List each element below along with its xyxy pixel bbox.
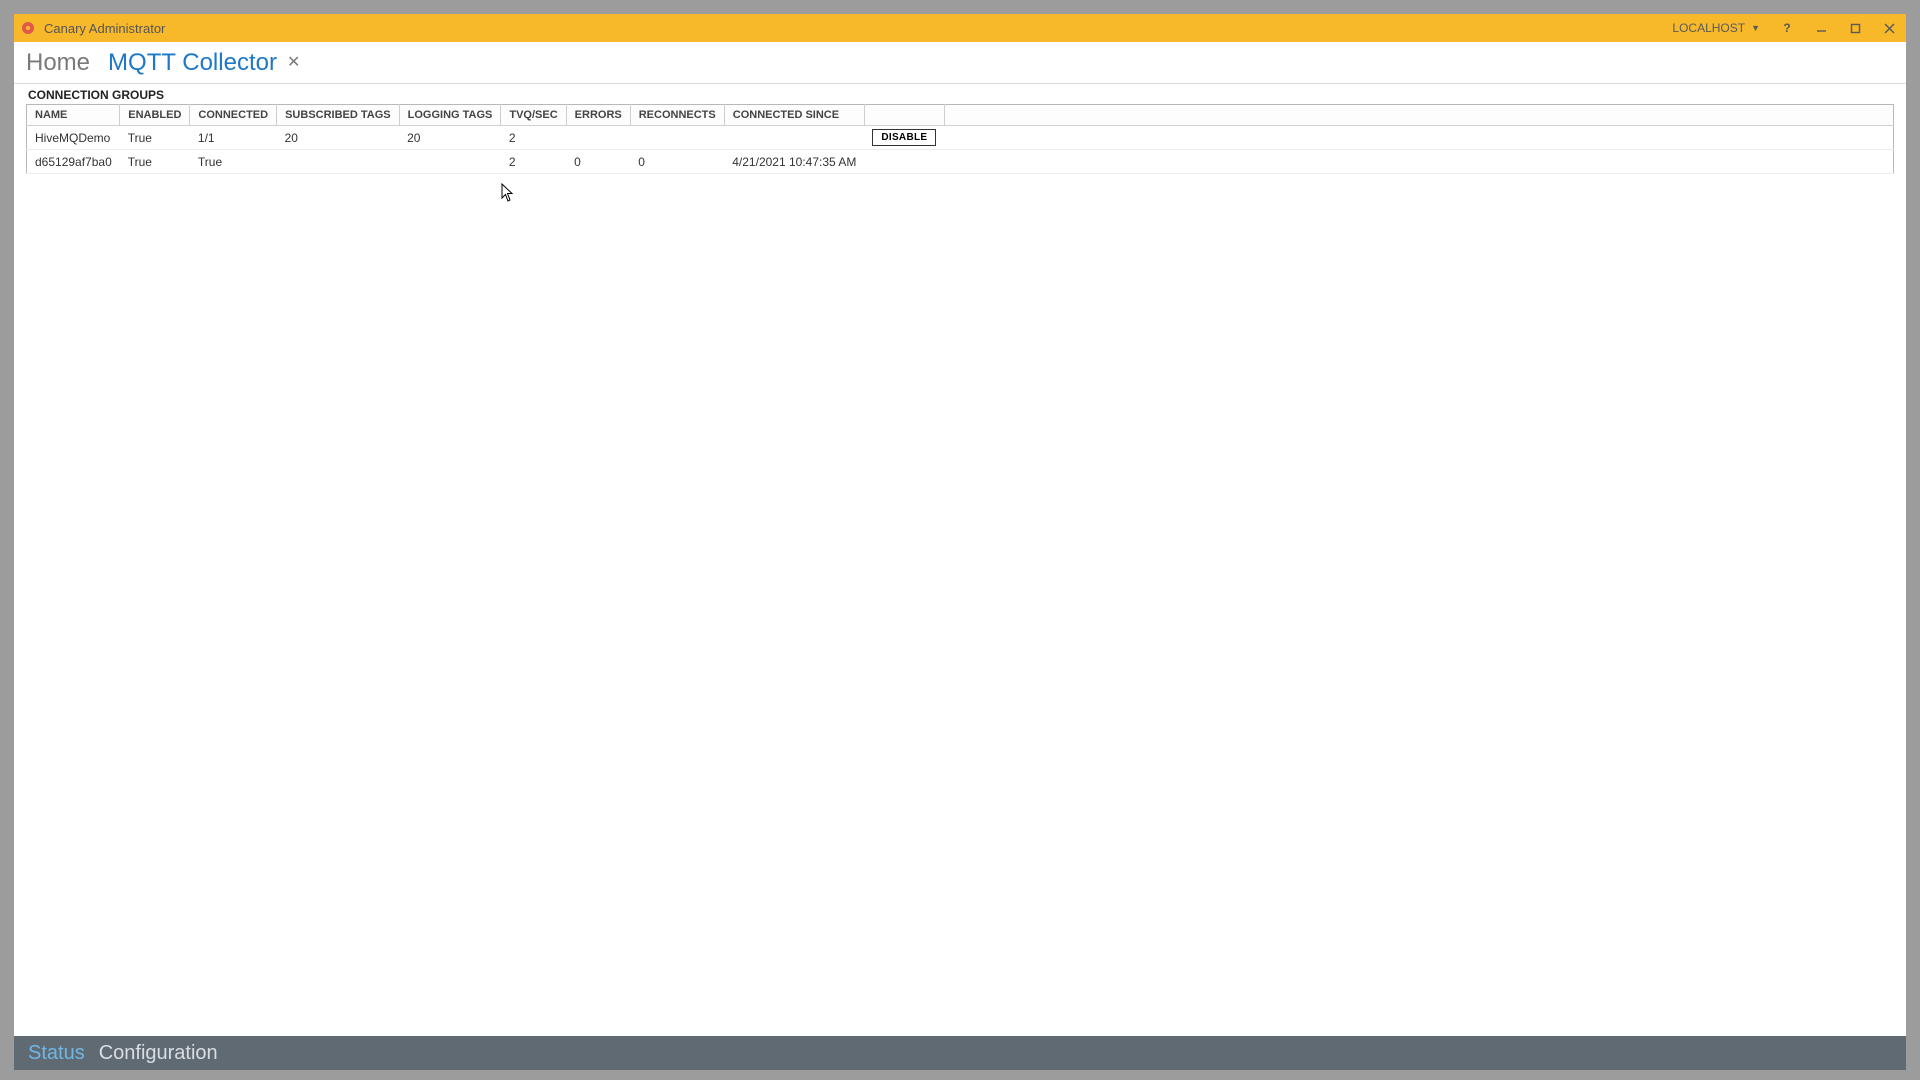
title-bar[interactable]: Canary Administrator LOCALHOST ▼ ? (14, 14, 1906, 42)
cell-subscribed: 20 (277, 126, 400, 150)
cell-action (864, 150, 944, 174)
col-since[interactable]: CONNECTED SINCE (724, 105, 864, 126)
chevron-down-icon: ▼ (1751, 23, 1760, 33)
col-errors[interactable]: ERRORS (566, 105, 630, 126)
cell-since: 4/21/2021 10:47:35 AM (724, 150, 864, 174)
cell-connected: True (190, 150, 277, 174)
cell-tvq: 2 (501, 150, 566, 174)
cell-action: DISABLE (864, 126, 944, 150)
disable-button[interactable]: DISABLE (872, 129, 936, 146)
cell-fill (944, 126, 1893, 150)
cell-subscribed (277, 150, 400, 174)
connection-groups-table: NAME ENABLED CONNECTED SUBSCRIBED TAGS L… (26, 104, 1894, 174)
table-row[interactable]: HiveMQDemoTrue1/120202DISABLE (27, 126, 1894, 150)
app-window: Canary Administrator LOCALHOST ▼ ? Home … (14, 14, 1906, 1070)
table-row[interactable]: d65129af7ba0TrueTrue2004/21/2021 10:47:3… (27, 150, 1894, 174)
connection-groups-table-wrap: NAME ENABLED CONNECTED SUBSCRIBED TAGS L… (14, 104, 1906, 1036)
cell-errors (566, 126, 630, 150)
cell-enabled: True (120, 126, 190, 150)
breadcrumb-home[interactable]: Home (26, 49, 90, 77)
host-label: LOCALHOST (1672, 21, 1745, 35)
breadcrumb-active-label: MQTT Collector (108, 49, 277, 77)
cell-since (724, 126, 864, 150)
cell-enabled: True (120, 150, 190, 174)
cell-name: HiveMQDemo (27, 126, 120, 150)
table-header-row: NAME ENABLED CONNECTED SUBSCRIBED TAGS L… (27, 105, 1894, 126)
col-enabled[interactable]: ENABLED (120, 105, 190, 126)
cell-fill (944, 150, 1893, 174)
breadcrumb-bar: Home MQTT Collector ✕ (14, 42, 1906, 84)
col-logging[interactable]: LOGGING TAGS (399, 105, 501, 126)
cell-logging (399, 150, 501, 174)
col-subscribed[interactable]: SUBSCRIBED TAGS (277, 105, 400, 126)
cell-connected: 1/1 (190, 126, 277, 150)
footer-configuration-tab[interactable]: Configuration (99, 1042, 218, 1065)
close-tab-icon[interactable]: ✕ (287, 55, 300, 71)
section-heading: CONNECTION GROUPS (14, 84, 1906, 104)
cell-errors: 0 (566, 150, 630, 174)
close-button[interactable] (1872, 14, 1906, 42)
footer-status-tab[interactable]: Status (28, 1042, 85, 1065)
app-icon (20, 20, 36, 36)
cell-logging: 20 (399, 126, 501, 150)
cell-reconnects: 0 (630, 150, 724, 174)
window-title: Canary Administrator (44, 21, 165, 36)
maximize-button[interactable] (1838, 14, 1872, 42)
breadcrumb-active-tab[interactable]: MQTT Collector ✕ (108, 49, 300, 77)
cell-tvq: 2 (501, 126, 566, 150)
help-button[interactable]: ? (1770, 14, 1804, 42)
cell-name: d65129af7ba0 (27, 150, 120, 174)
col-action (864, 105, 944, 126)
col-name[interactable]: NAME (27, 105, 120, 126)
col-connected[interactable]: CONNECTED (190, 105, 277, 126)
col-tvq[interactable]: TVQ/SEC (501, 105, 566, 126)
footer-bar: Status Configuration (14, 1036, 1906, 1070)
host-dropdown[interactable]: LOCALHOST ▼ (1662, 14, 1770, 42)
col-reconnects[interactable]: RECONNECTS (630, 105, 724, 126)
cell-reconnects (630, 126, 724, 150)
minimize-button[interactable] (1804, 14, 1838, 42)
col-fill (944, 105, 1893, 126)
